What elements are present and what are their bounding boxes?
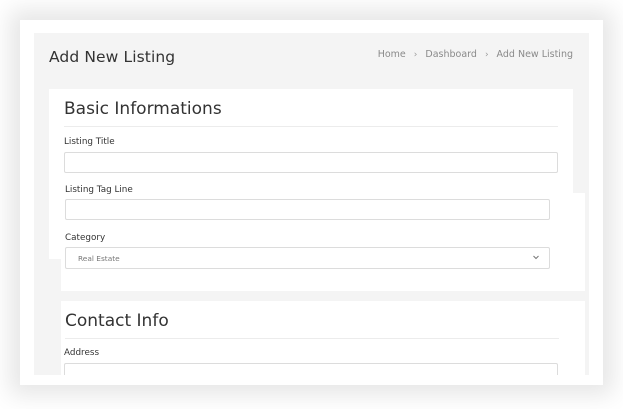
breadcrumb-current: Add New Listing bbox=[496, 49, 573, 60]
breadcrumb-separator: › bbox=[484, 49, 489, 60]
contact-info-card: Contact Info Address bbox=[61, 301, 585, 375]
basic-info-title: Basic Informations bbox=[64, 99, 222, 119]
divider bbox=[65, 338, 559, 339]
listing-tagline-label: Listing Tag Line bbox=[65, 185, 133, 195]
address-label: Address bbox=[64, 348, 100, 358]
address-input[interactable] bbox=[64, 363, 558, 375]
chevron-down-icon bbox=[533, 255, 539, 260]
page-title: Add New Listing bbox=[49, 48, 176, 66]
listing-title-label: Listing Title bbox=[64, 137, 115, 147]
category-selected-value: Real Estate bbox=[78, 254, 120, 263]
divider bbox=[64, 126, 558, 127]
listing-tagline-input[interactable] bbox=[65, 199, 550, 220]
category-label: Category bbox=[65, 233, 106, 243]
breadcrumb-separator: › bbox=[413, 49, 418, 60]
listing-title-input[interactable] bbox=[64, 152, 558, 173]
contact-info-title: Contact Info bbox=[65, 311, 169, 331]
breadcrumb-dashboard[interactable]: Dashboard bbox=[425, 49, 477, 60]
app-window: Add New Listing Home › Dashboard › Add N… bbox=[34, 33, 589, 375]
category-select[interactable]: Real Estate bbox=[65, 247, 550, 269]
breadcrumb-home[interactable]: Home bbox=[378, 49, 406, 60]
breadcrumb: Home › Dashboard › Add New Listing bbox=[378, 49, 573, 60]
